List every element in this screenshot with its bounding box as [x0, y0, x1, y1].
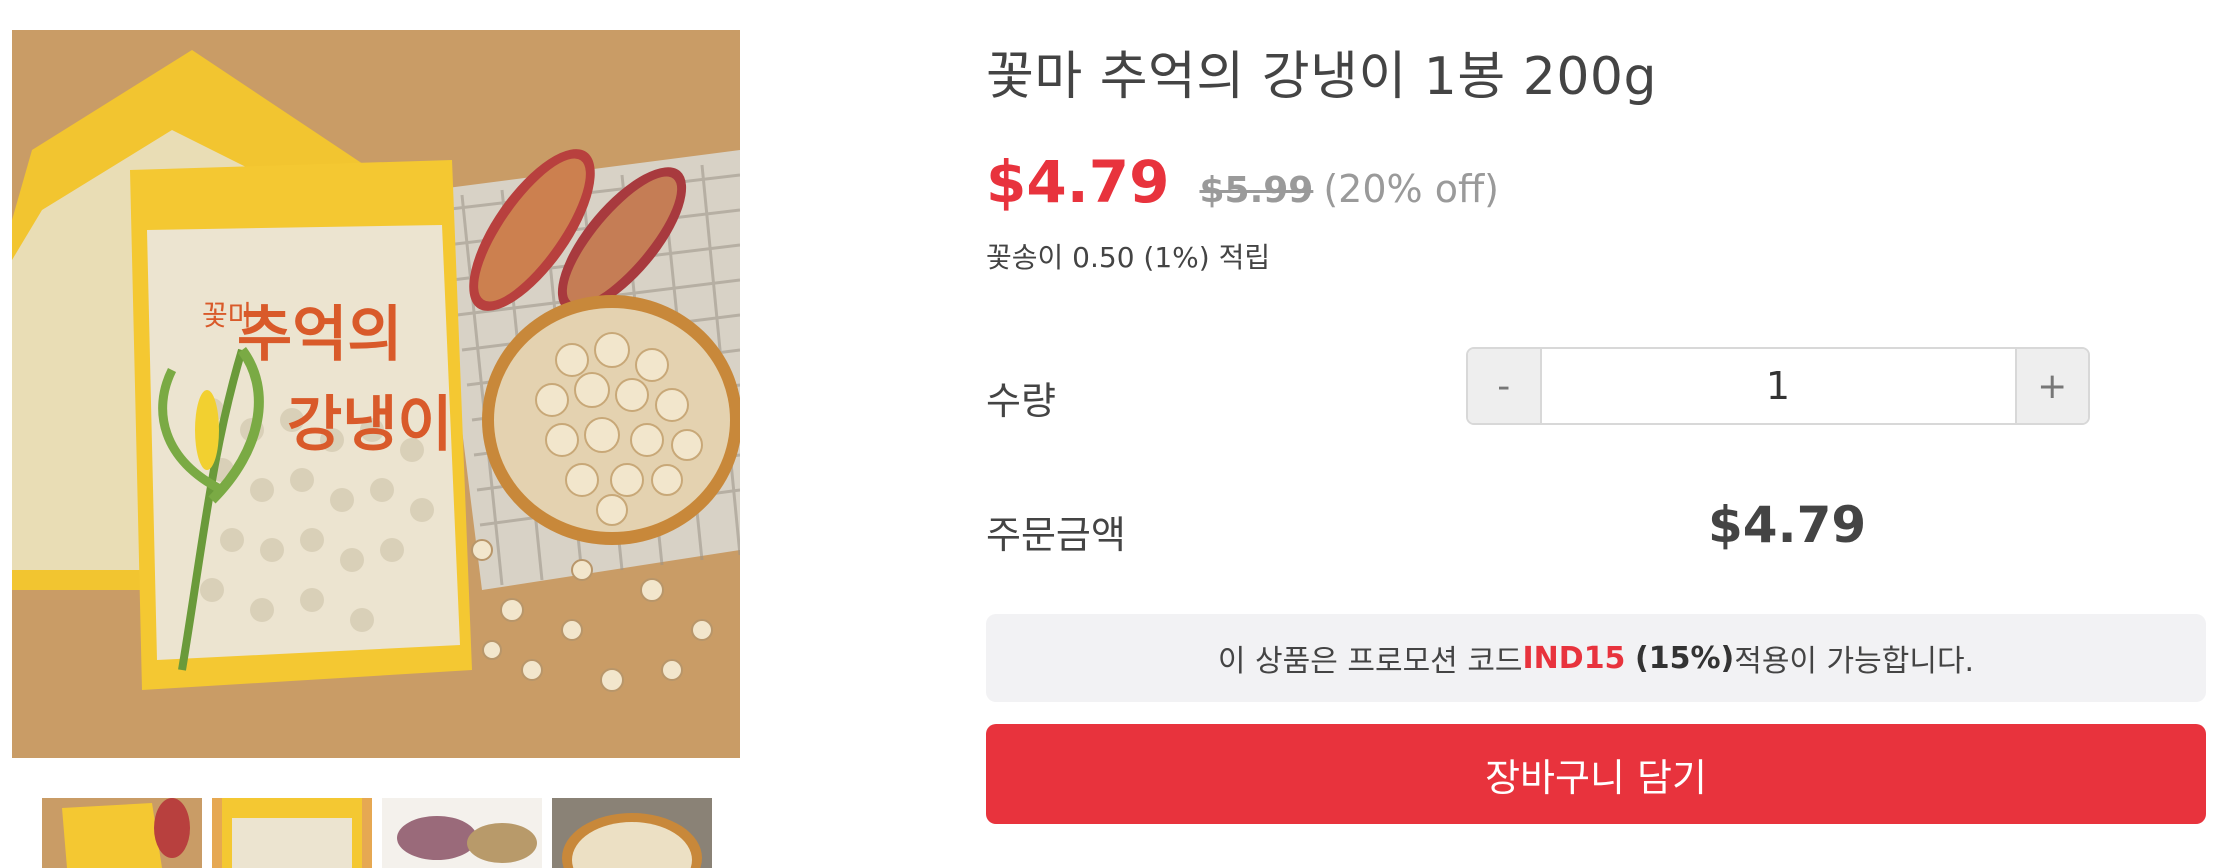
promo-code: IND15 — [1522, 640, 1626, 676]
quantity-input[interactable] — [1541, 349, 2015, 423]
thumbnail-2-image — [212, 798, 372, 868]
thumbnail-strip — [42, 798, 712, 868]
discount-percent: (20% off) — [1323, 167, 1499, 211]
order-total-label: 주문금액 — [986, 513, 1126, 557]
product-title: 꽃마 추억의 강냉이 1봉 200g — [986, 47, 1658, 107]
thumbnail-4[interactable] — [552, 798, 712, 868]
promo-prefix: 이 상품은 프로모션 코드 — [1217, 644, 1523, 679]
add-to-cart-button[interactable]: 장바구니 담기 — [986, 724, 2206, 824]
product-main-image: 꽃마 추억의 강냉이 — [12, 30, 740, 758]
package-text-line1: 추억의 — [237, 300, 403, 370]
popcorn-basket — [482, 295, 740, 545]
quantity-increase-button[interactable]: + — [2014, 349, 2088, 423]
thumbnail-4-image — [552, 798, 712, 868]
quantity-label: 수량 — [986, 379, 1056, 423]
package-text-line2: 강냉이 — [287, 390, 453, 460]
reward-points: 꽃송이 0.50 (1%) 적립 — [986, 241, 1271, 274]
product-photo: 꽃마 추억의 강냉이 — [12, 30, 740, 758]
thumbnail-2[interactable] — [212, 798, 372, 868]
thumbnail-3[interactable] — [382, 798, 542, 868]
quantity-decrease-button[interactable]: - — [1468, 349, 1542, 423]
order-total-value: $4.79 — [1708, 496, 1867, 554]
thumbnail-3-image — [382, 798, 542, 868]
sale-price: $4.79 — [986, 148, 1170, 216]
promo-notice: 이 상품은 프로모션 코드 IND15 (15%) 적용이 가능합니다. — [986, 614, 2206, 702]
price-row: $4.79 $5.99 (20% off) — [986, 148, 1499, 216]
promo-suffix: 적용이 가능합니다. — [1734, 644, 1975, 679]
thumbnail-1-image — [42, 798, 202, 868]
quantity-stepper: - + — [1466, 347, 2090, 425]
promo-percent: (15%) — [1634, 640, 1735, 676]
original-price: $5.99 — [1199, 170, 1314, 211]
thumbnail-1[interactable] — [42, 798, 202, 868]
snack-bag-front: 꽃마 추억의 강냉이 — [130, 160, 472, 690]
